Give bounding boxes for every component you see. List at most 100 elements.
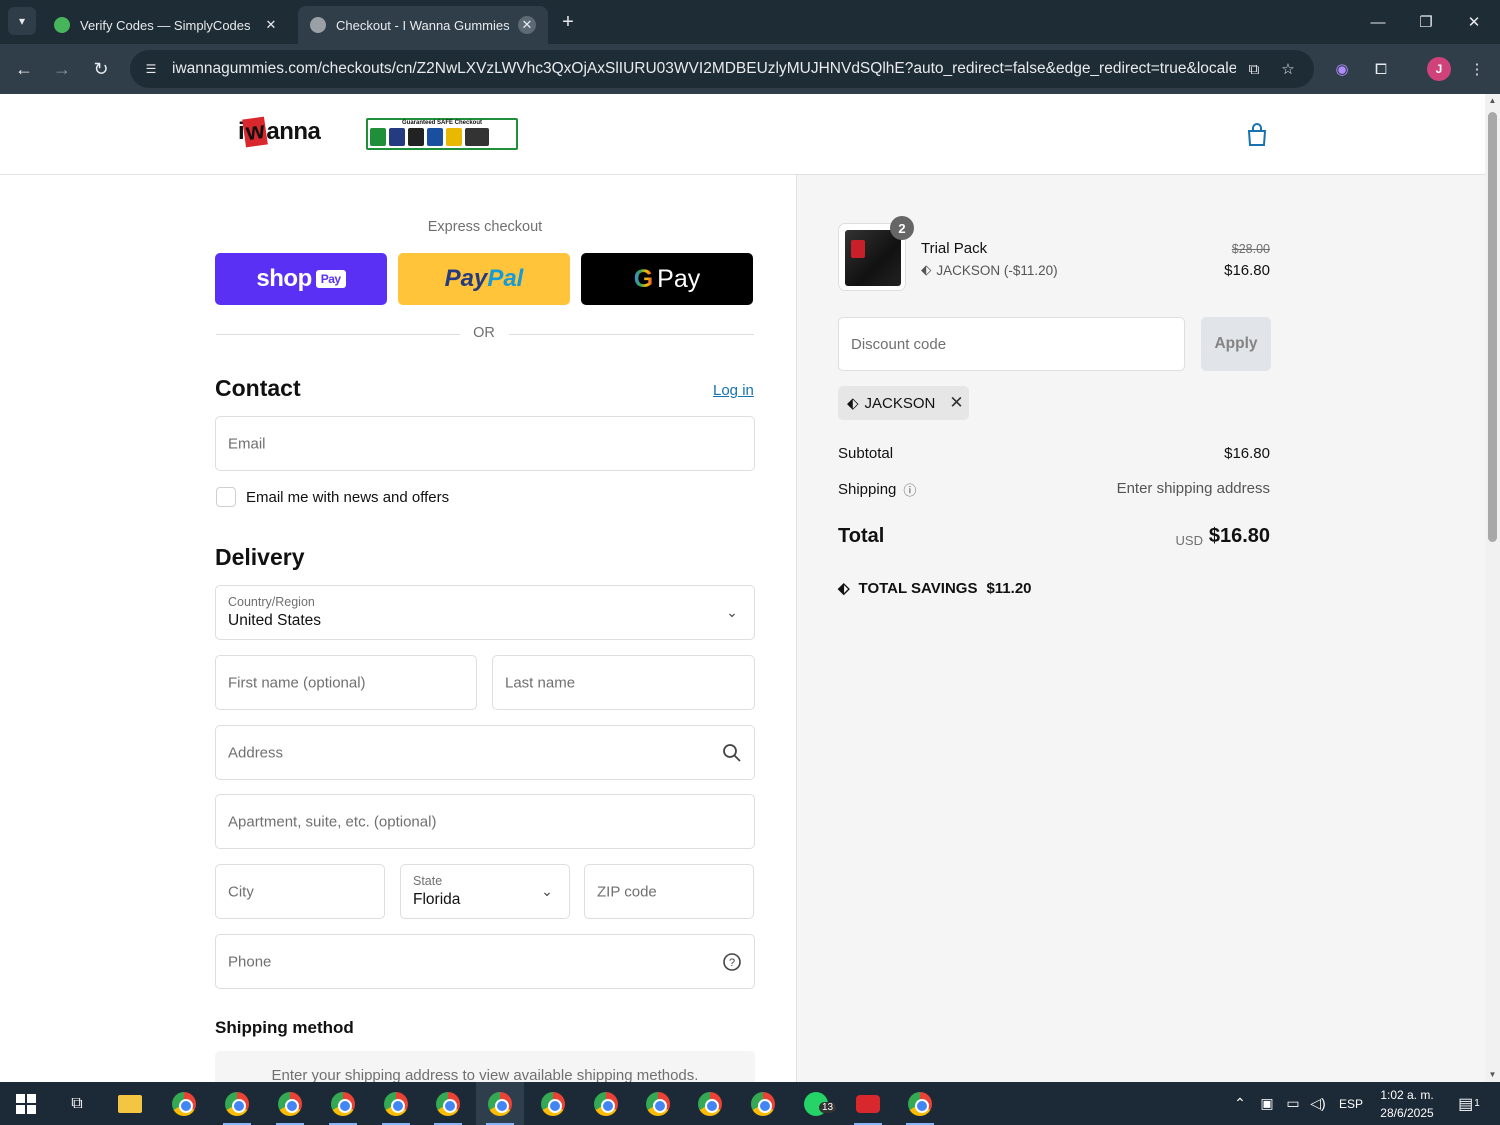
express-checkout-label: Express checkout (427, 219, 543, 235)
chrome-profile-icon[interactable] (372, 1082, 420, 1125)
close-tab-icon[interactable]: ✕ (262, 16, 280, 34)
paypal-icon (389, 128, 405, 146)
chrome-icon[interactable] (896, 1082, 944, 1125)
help-circle-icon[interactable]: ? (722, 952, 742, 972)
scrollbar-thumb[interactable] (1488, 112, 1497, 542)
tab-search-button[interactable]: ▾ (8, 7, 36, 35)
whatsapp-icon[interactable]: 13 (792, 1082, 840, 1125)
last-name-field[interactable]: Last name (492, 655, 755, 710)
paypal-button[interactable]: Pay Pal (398, 253, 570, 305)
translate-icon[interactable]: ⧉ (1244, 59, 1264, 79)
start-windows-icon[interactable] (2, 1082, 50, 1125)
address-field[interactable]: Address (215, 725, 755, 780)
windows-taskbar: ⧉ 13 ⌃ ▣ ▭ ◁) ESP 1:02 a. m. 28/6/2025 ▤… (0, 1082, 1500, 1125)
network-icon[interactable]: ▭ (1282, 1082, 1304, 1125)
apply-discount-button[interactable]: Apply (1201, 317, 1271, 371)
discounted-price: $16.80 (1224, 262, 1270, 279)
city-field[interactable]: City (215, 864, 385, 919)
site-info-icon[interactable]: ☰ (142, 60, 160, 78)
tab-title: Checkout - I Wanna Gummies (336, 17, 510, 33)
google-pay-button[interactable]: G Pay (581, 253, 753, 305)
news-offers-checkbox[interactable] (216, 487, 236, 507)
new-tab-button[interactable]: + (556, 10, 580, 34)
discount-code-field[interactable]: Discount code (838, 317, 1185, 371)
news-offers-label: Email me with news and offers (246, 489, 450, 506)
original-price: $28.00 (1231, 242, 1270, 256)
card-icon (427, 128, 443, 146)
first-name-field[interactable]: First name (optional) (215, 655, 477, 710)
login-link[interactable]: Log in (713, 382, 754, 399)
close-window-button[interactable]: ✕ (1450, 0, 1498, 44)
address-bar[interactable]: ☰ iwannagummies.com/checkouts/cn/Z2NwLXV… (130, 50, 1314, 88)
total-savings: ⬖ TOTAL SAVINGS $11.20 (838, 579, 1032, 598)
show-hidden-icons-icon[interactable]: ⌃ (1230, 1082, 1250, 1125)
checkout-page: iwanna Guaranteed SAFE Checkout Express … (0, 94, 1485, 1082)
minimize-button[interactable]: — (1354, 0, 1402, 44)
shopping-bag-icon[interactable] (1244, 122, 1270, 148)
profile-avatar[interactable]: J (1427, 57, 1451, 81)
extension-icon[interactable]: ◉ (1330, 57, 1354, 81)
chrome-profile-icon[interactable] (529, 1082, 577, 1125)
language-indicator[interactable]: ESP (1334, 1082, 1368, 1125)
remove-code-icon[interactable]: ✕ (949, 393, 963, 413)
chrome-profile-icon[interactable] (476, 1082, 524, 1125)
url-text[interactable]: iwannagummies.com/checkouts/cn/Z2NwLXVzL… (172, 60, 1236, 78)
apartment-field[interactable]: Apartment, suite, etc. (optional) (215, 794, 755, 849)
globe-favicon-icon (310, 17, 326, 33)
chrome-profile-icon[interactable] (213, 1082, 261, 1125)
tab-checkout[interactable]: Checkout - I Wanna Gummies ✕ (298, 6, 548, 44)
extensions-puzzle-icon[interactable]: ⧠ (1369, 57, 1393, 81)
delivery-truck-icon (465, 128, 489, 146)
chrome-profile-icon[interactable] (319, 1082, 367, 1125)
task-view-icon[interactable]: ⧉ (53, 1082, 101, 1125)
phone-field[interactable]: Phone ? (215, 934, 755, 989)
chrome-icon[interactable] (160, 1082, 208, 1125)
page-scrollbar[interactable]: ▲ ▼ (1485, 94, 1500, 1082)
browser-toolbar: ← → ↻ ☰ iwannagummies.com/checkouts/cn/Z… (0, 44, 1500, 94)
total-currency: USD (1175, 533, 1203, 548)
restore-button[interactable]: ❐ (1402, 0, 1450, 44)
zip-code-field[interactable]: ZIP code (584, 864, 754, 919)
chrome-profile-icon[interactable] (686, 1082, 734, 1125)
browser-menu-icon[interactable]: ⋮ (1465, 57, 1489, 81)
back-button[interactable]: ← (10, 55, 38, 83)
state-select[interactable]: State Florida ⌄ (400, 864, 570, 919)
quantity-badge: 2 (890, 216, 914, 240)
total-label: Total (838, 525, 885, 547)
shop-pay-button[interactable]: shop Pay (215, 253, 387, 305)
store-header: iwanna Guaranteed SAFE Checkout (0, 94, 1485, 175)
clock[interactable]: 1:02 a. m. 28/6/2025 (1372, 1082, 1442, 1125)
chrome-profile-icon[interactable] (582, 1082, 630, 1125)
tab-simplycodes[interactable]: Verify Codes — SimplyCodes ✕ (42, 6, 292, 44)
chrome-profile-icon[interactable] (634, 1082, 682, 1125)
subtotal-value: $16.80 (1224, 445, 1270, 462)
chrome-profile-icon[interactable] (739, 1082, 787, 1125)
divider (509, 334, 754, 335)
order-summary: 2 Trial Pack ⬖ JACKSON (-$11.20) $28.00 … (796, 175, 1485, 1082)
bookmark-star-icon[interactable]: ☆ (1278, 59, 1298, 79)
file-explorer-icon[interactable] (106, 1082, 154, 1125)
meet-icon[interactable]: ▣ (1256, 1082, 1278, 1125)
notifications-icon[interactable]: ▤ 1 (1452, 1082, 1486, 1125)
close-tab-icon[interactable]: ✕ (518, 16, 536, 34)
chrome-profile-icon[interactable] (424, 1082, 472, 1125)
email-field[interactable]: Email (215, 416, 755, 471)
volume-icon[interactable]: ◁) (1306, 1082, 1330, 1125)
search-icon (723, 743, 741, 762)
app-icon[interactable] (844, 1082, 892, 1125)
tag-icon: ⬖ (838, 580, 850, 597)
divider (216, 334, 460, 335)
help-circle-icon[interactable]: ⓘ (903, 480, 916, 499)
country-select[interactable]: Country/Region United States ⌄ (215, 585, 755, 640)
lock-icon (408, 128, 424, 146)
forward-button[interactable]: → (48, 55, 76, 83)
svg-text:?: ? (729, 957, 735, 969)
shipping-value: Enter shipping address (1116, 480, 1270, 497)
scroll-down-icon[interactable]: ▼ (1488, 1070, 1497, 1080)
scroll-up-icon[interactable]: ▲ (1488, 96, 1497, 106)
store-logo[interactable]: iwanna (238, 116, 321, 148)
browser-tab-bar: ▾ Verify Codes — SimplyCodes ✕ Checkout … (0, 0, 1500, 44)
reload-button[interactable]: ↻ (87, 55, 115, 83)
chrome-profile-icon[interactable] (266, 1082, 314, 1125)
tag-icon: ⬖ (847, 395, 859, 412)
